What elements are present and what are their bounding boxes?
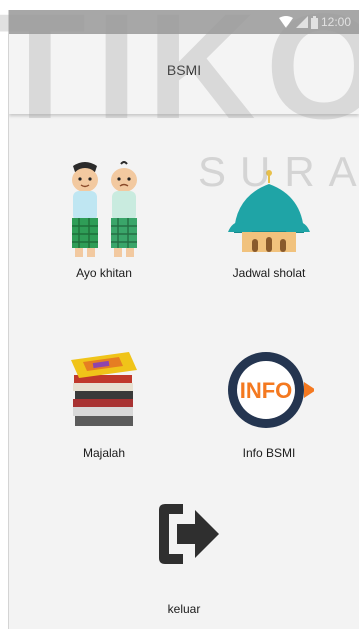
menu-item-keluar[interactable]: keluar	[129, 496, 239, 629]
menu-item-majalah[interactable]: Majalah	[49, 340, 159, 480]
status-bar: 12:00	[9, 10, 359, 34]
boys-khitan-icon	[72, 161, 137, 257]
wifi-icon	[278, 16, 293, 28]
info-badge-icon: INFO	[228, 352, 314, 428]
menu-item-ayo-khitan[interactable]: Ayo khitan	[49, 160, 159, 300]
status-icons: 12:00	[278, 13, 351, 31]
signal-icon	[295, 16, 308, 28]
page-title: BSMI	[166, 62, 202, 78]
info-icon-text: INFO	[240, 378, 293, 403]
menu-item-label: Majalah	[82, 446, 126, 460]
menu-item-label: Jadwal sholat	[232, 266, 306, 280]
mosque-icon	[228, 170, 310, 252]
menu-item-label: keluar	[167, 602, 201, 616]
status-time: 12:00	[320, 15, 351, 29]
menu-item-jadwal-sholat[interactable]: Jadwal sholat	[214, 160, 324, 300]
menu-item-info-bsmi[interactable]: INFO Info BSMI	[214, 340, 324, 480]
menu-item-label: Info BSMI	[242, 446, 296, 460]
phone-screen: 12:00 BSMI Ayo khitan Jadwal sholat Maja…	[8, 10, 359, 629]
app-bar: BSMI	[9, 34, 359, 114]
battery-icon	[310, 15, 318, 29]
menu-item-label: Ayo khitan	[76, 266, 132, 280]
exit-icon	[159, 504, 219, 564]
magazine-stack-icon	[71, 352, 137, 426]
